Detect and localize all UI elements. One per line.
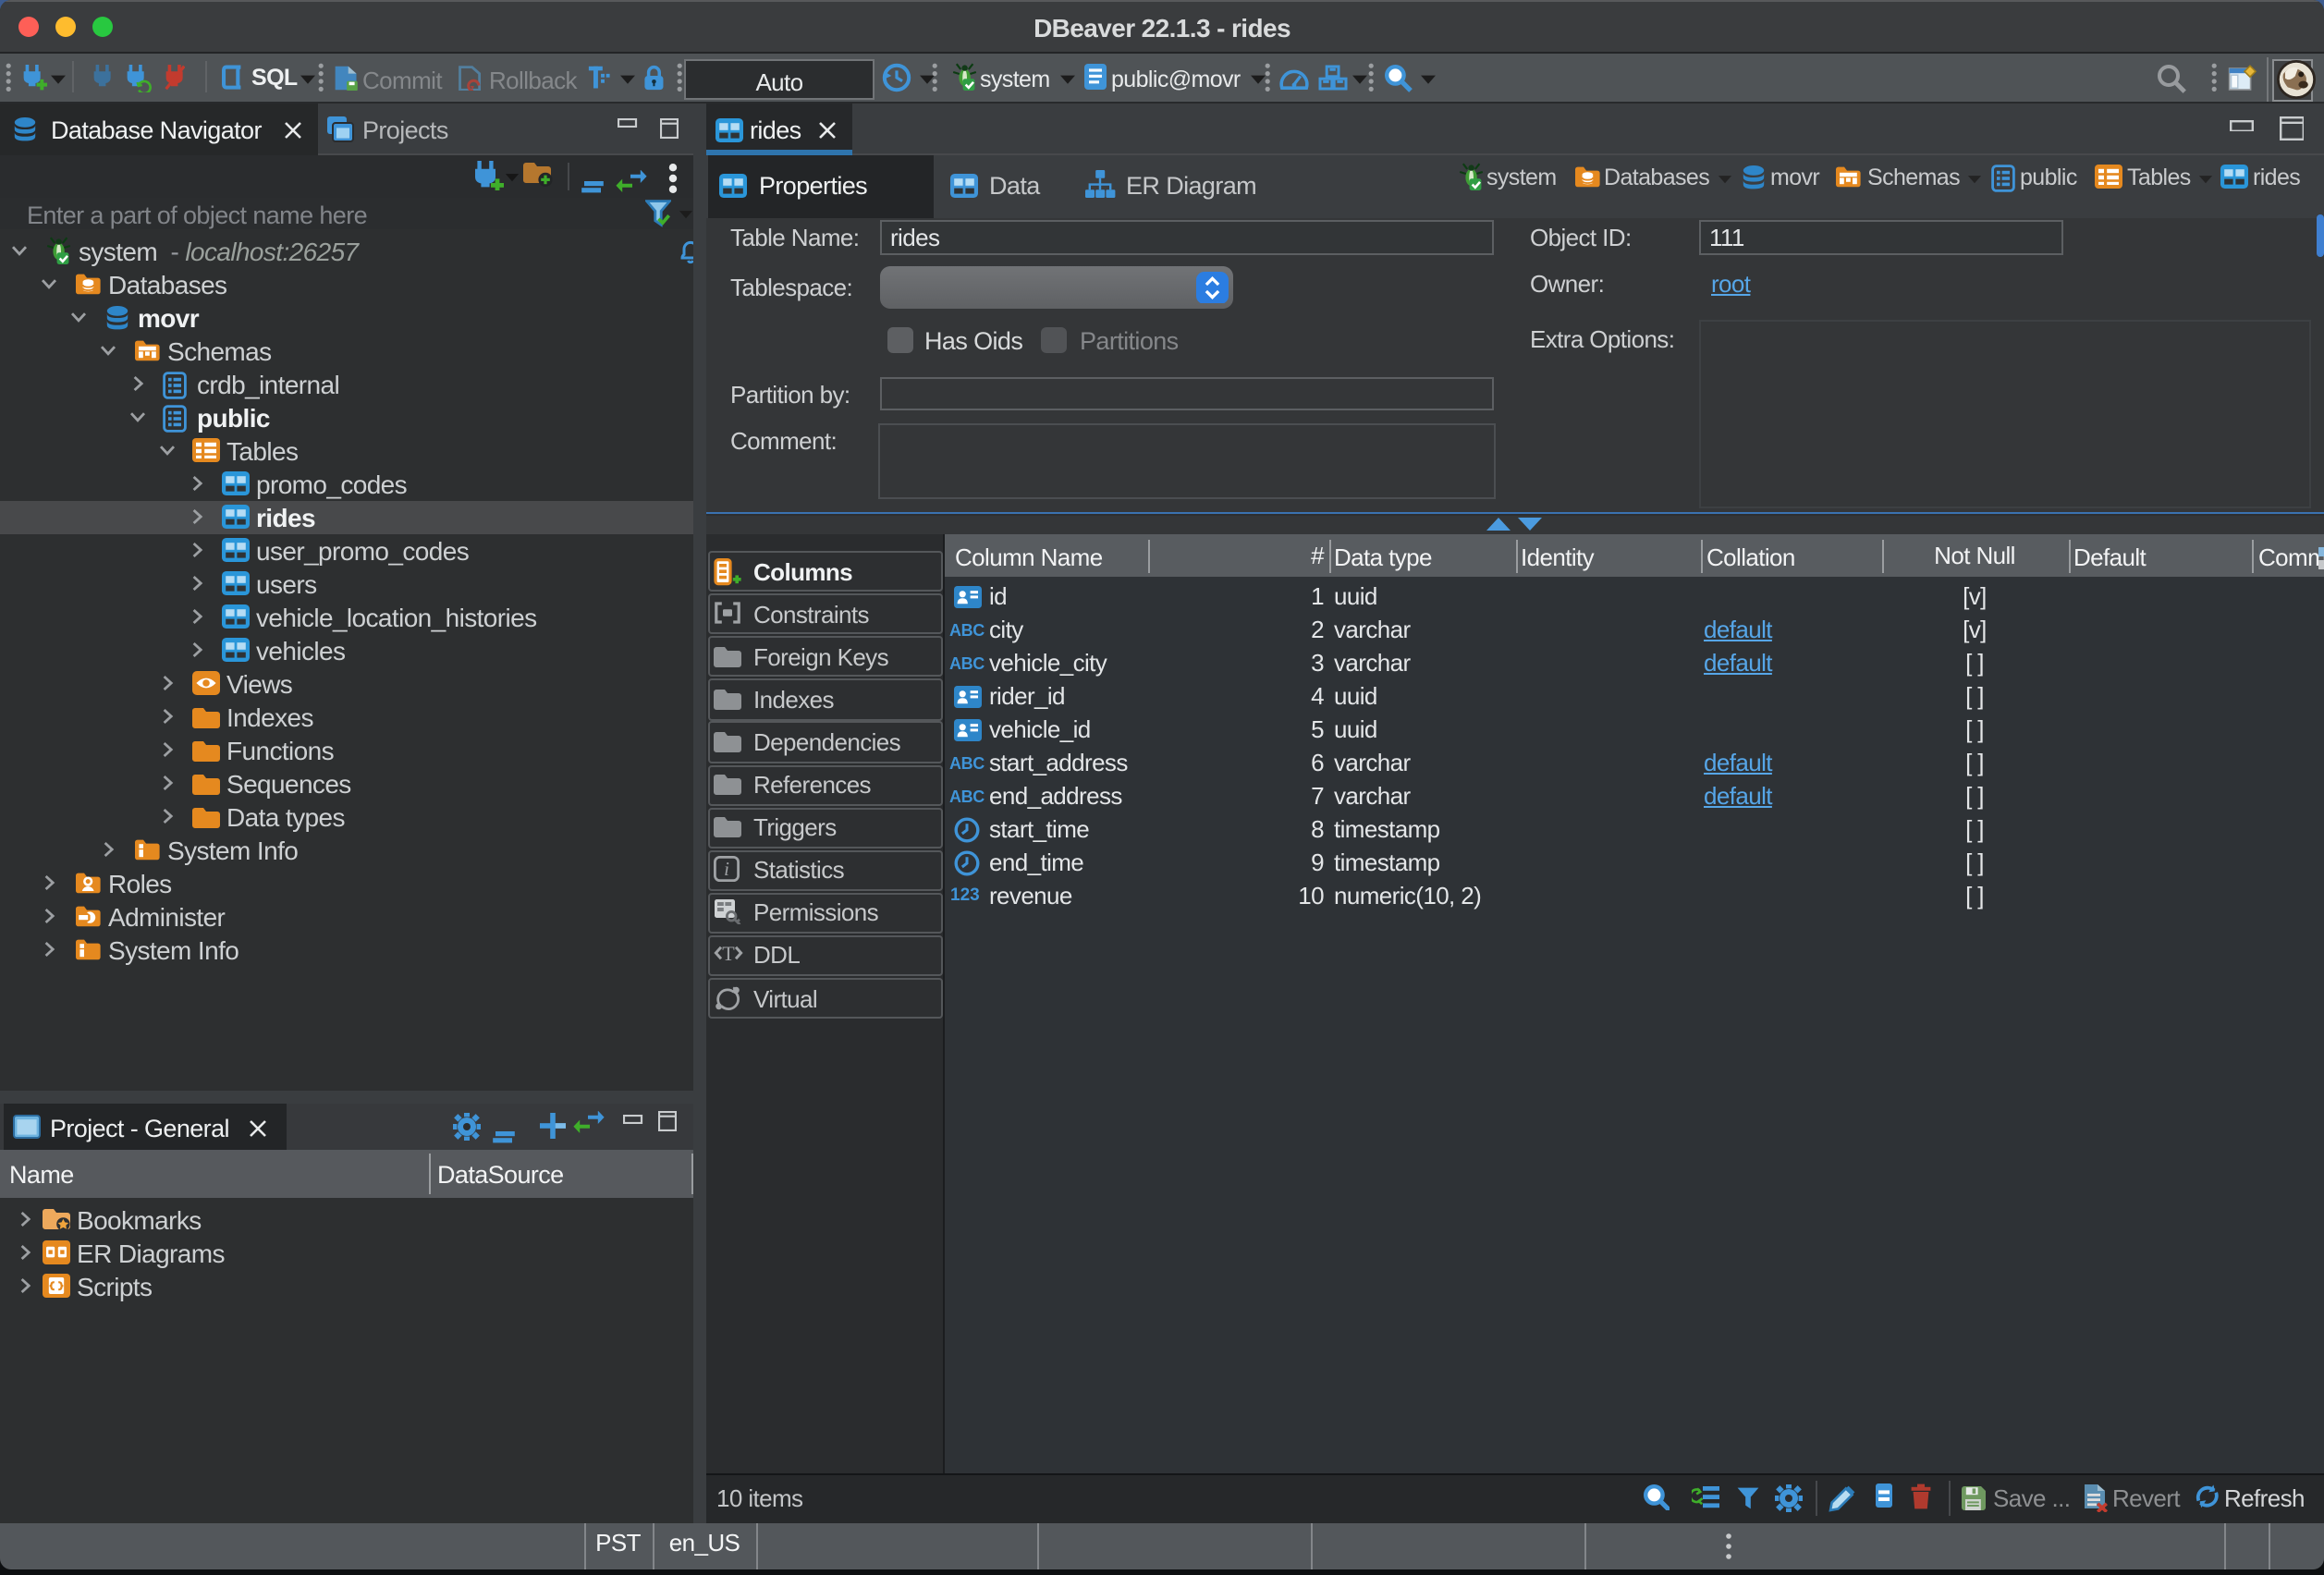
svg-text:T: T (722, 943, 735, 966)
svg-text:i: i (724, 859, 729, 881)
